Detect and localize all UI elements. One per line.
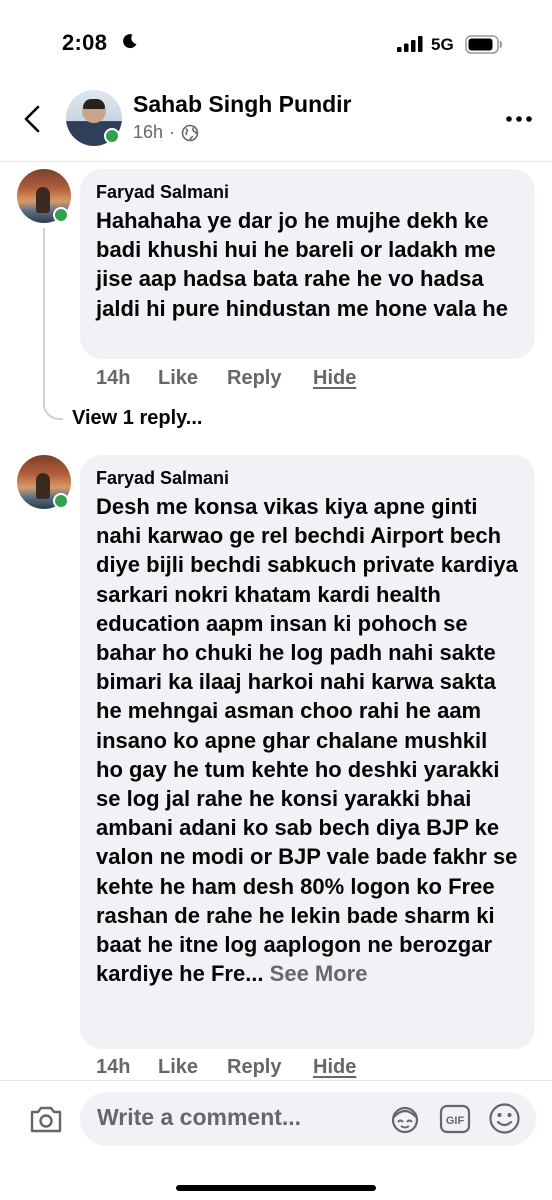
author-name[interactable]: Sahab Singh Pundir [133, 91, 352, 118]
comment-bubble[interactable]: Faryad Salmani Hahahaha ye dar jo he muj… [80, 169, 535, 359]
comment-text: Hahahaha ye dar jo he mujhe dekh ke badi… [96, 208, 508, 321]
globe-icon [181, 124, 199, 141]
online-indicator [53, 493, 69, 509]
network-type: 5G [431, 35, 454, 54]
status-time: 2:08 [62, 30, 108, 55]
comment-bubble[interactable]: Faryad Salmani Desh me konsa vikas kiya … [80, 455, 535, 1049]
post-header: Sahab Singh Pundir 16h · [0, 88, 552, 162]
comment-author[interactable]: Faryad Salmani [96, 180, 519, 204]
avatar-sticker-icon[interactable] [389, 1103, 421, 1135]
reply-thread-line [43, 228, 63, 420]
like-button[interactable]: Like [158, 1056, 227, 1079]
comment-body: Desh me konsa vikas kiya apne ginti nahi… [96, 494, 518, 987]
back-icon[interactable] [18, 102, 48, 136]
svg-text:GIF: GIF [446, 1115, 465, 1127]
comment-author[interactable]: Faryad Salmani [96, 466, 519, 490]
comment-input-placeholder: Write a comment... [97, 1104, 302, 1130]
hide-button[interactable]: Hide [313, 367, 356, 390]
comment-text: Desh me konsa vikas kiya apne ginti nahi… [96, 492, 519, 988]
battery-icon [465, 35, 503, 54]
reply-button[interactable]: Reply [227, 1056, 313, 1079]
post-time: 16h [133, 122, 164, 142]
moon-icon [123, 34, 137, 49]
see-more-link[interactable]: See More [270, 961, 368, 986]
comment-time: 14h [96, 367, 131, 389]
hide-button[interactable]: Hide [313, 1056, 356, 1079]
home-indicator [176, 1185, 376, 1191]
gif-icon[interactable]: GIF [439, 1103, 471, 1135]
online-indicator [104, 128, 120, 144]
online-indicator [53, 207, 69, 223]
signal-icon [397, 36, 423, 52]
status-bar: 2:08 5G [0, 0, 552, 88]
comment-time: 14h [96, 1056, 131, 1078]
post-meta: 16h · [133, 122, 199, 143]
comment-actions: 14h Like Reply Hide [96, 1056, 356, 1079]
more-icon[interactable] [504, 114, 534, 124]
view-replies-link[interactable]: View 1 reply... [72, 407, 202, 430]
comment-composer: Write a comment... GIF [0, 1080, 552, 1200]
emoji-icon[interactable] [488, 1102, 521, 1135]
comment-actions: 14h Like Reply Hide [96, 367, 356, 390]
meta-separator: · [169, 122, 176, 142]
camera-icon[interactable] [28, 1103, 64, 1135]
reply-button[interactable]: Reply [227, 367, 313, 390]
like-button[interactable]: Like [158, 367, 227, 390]
